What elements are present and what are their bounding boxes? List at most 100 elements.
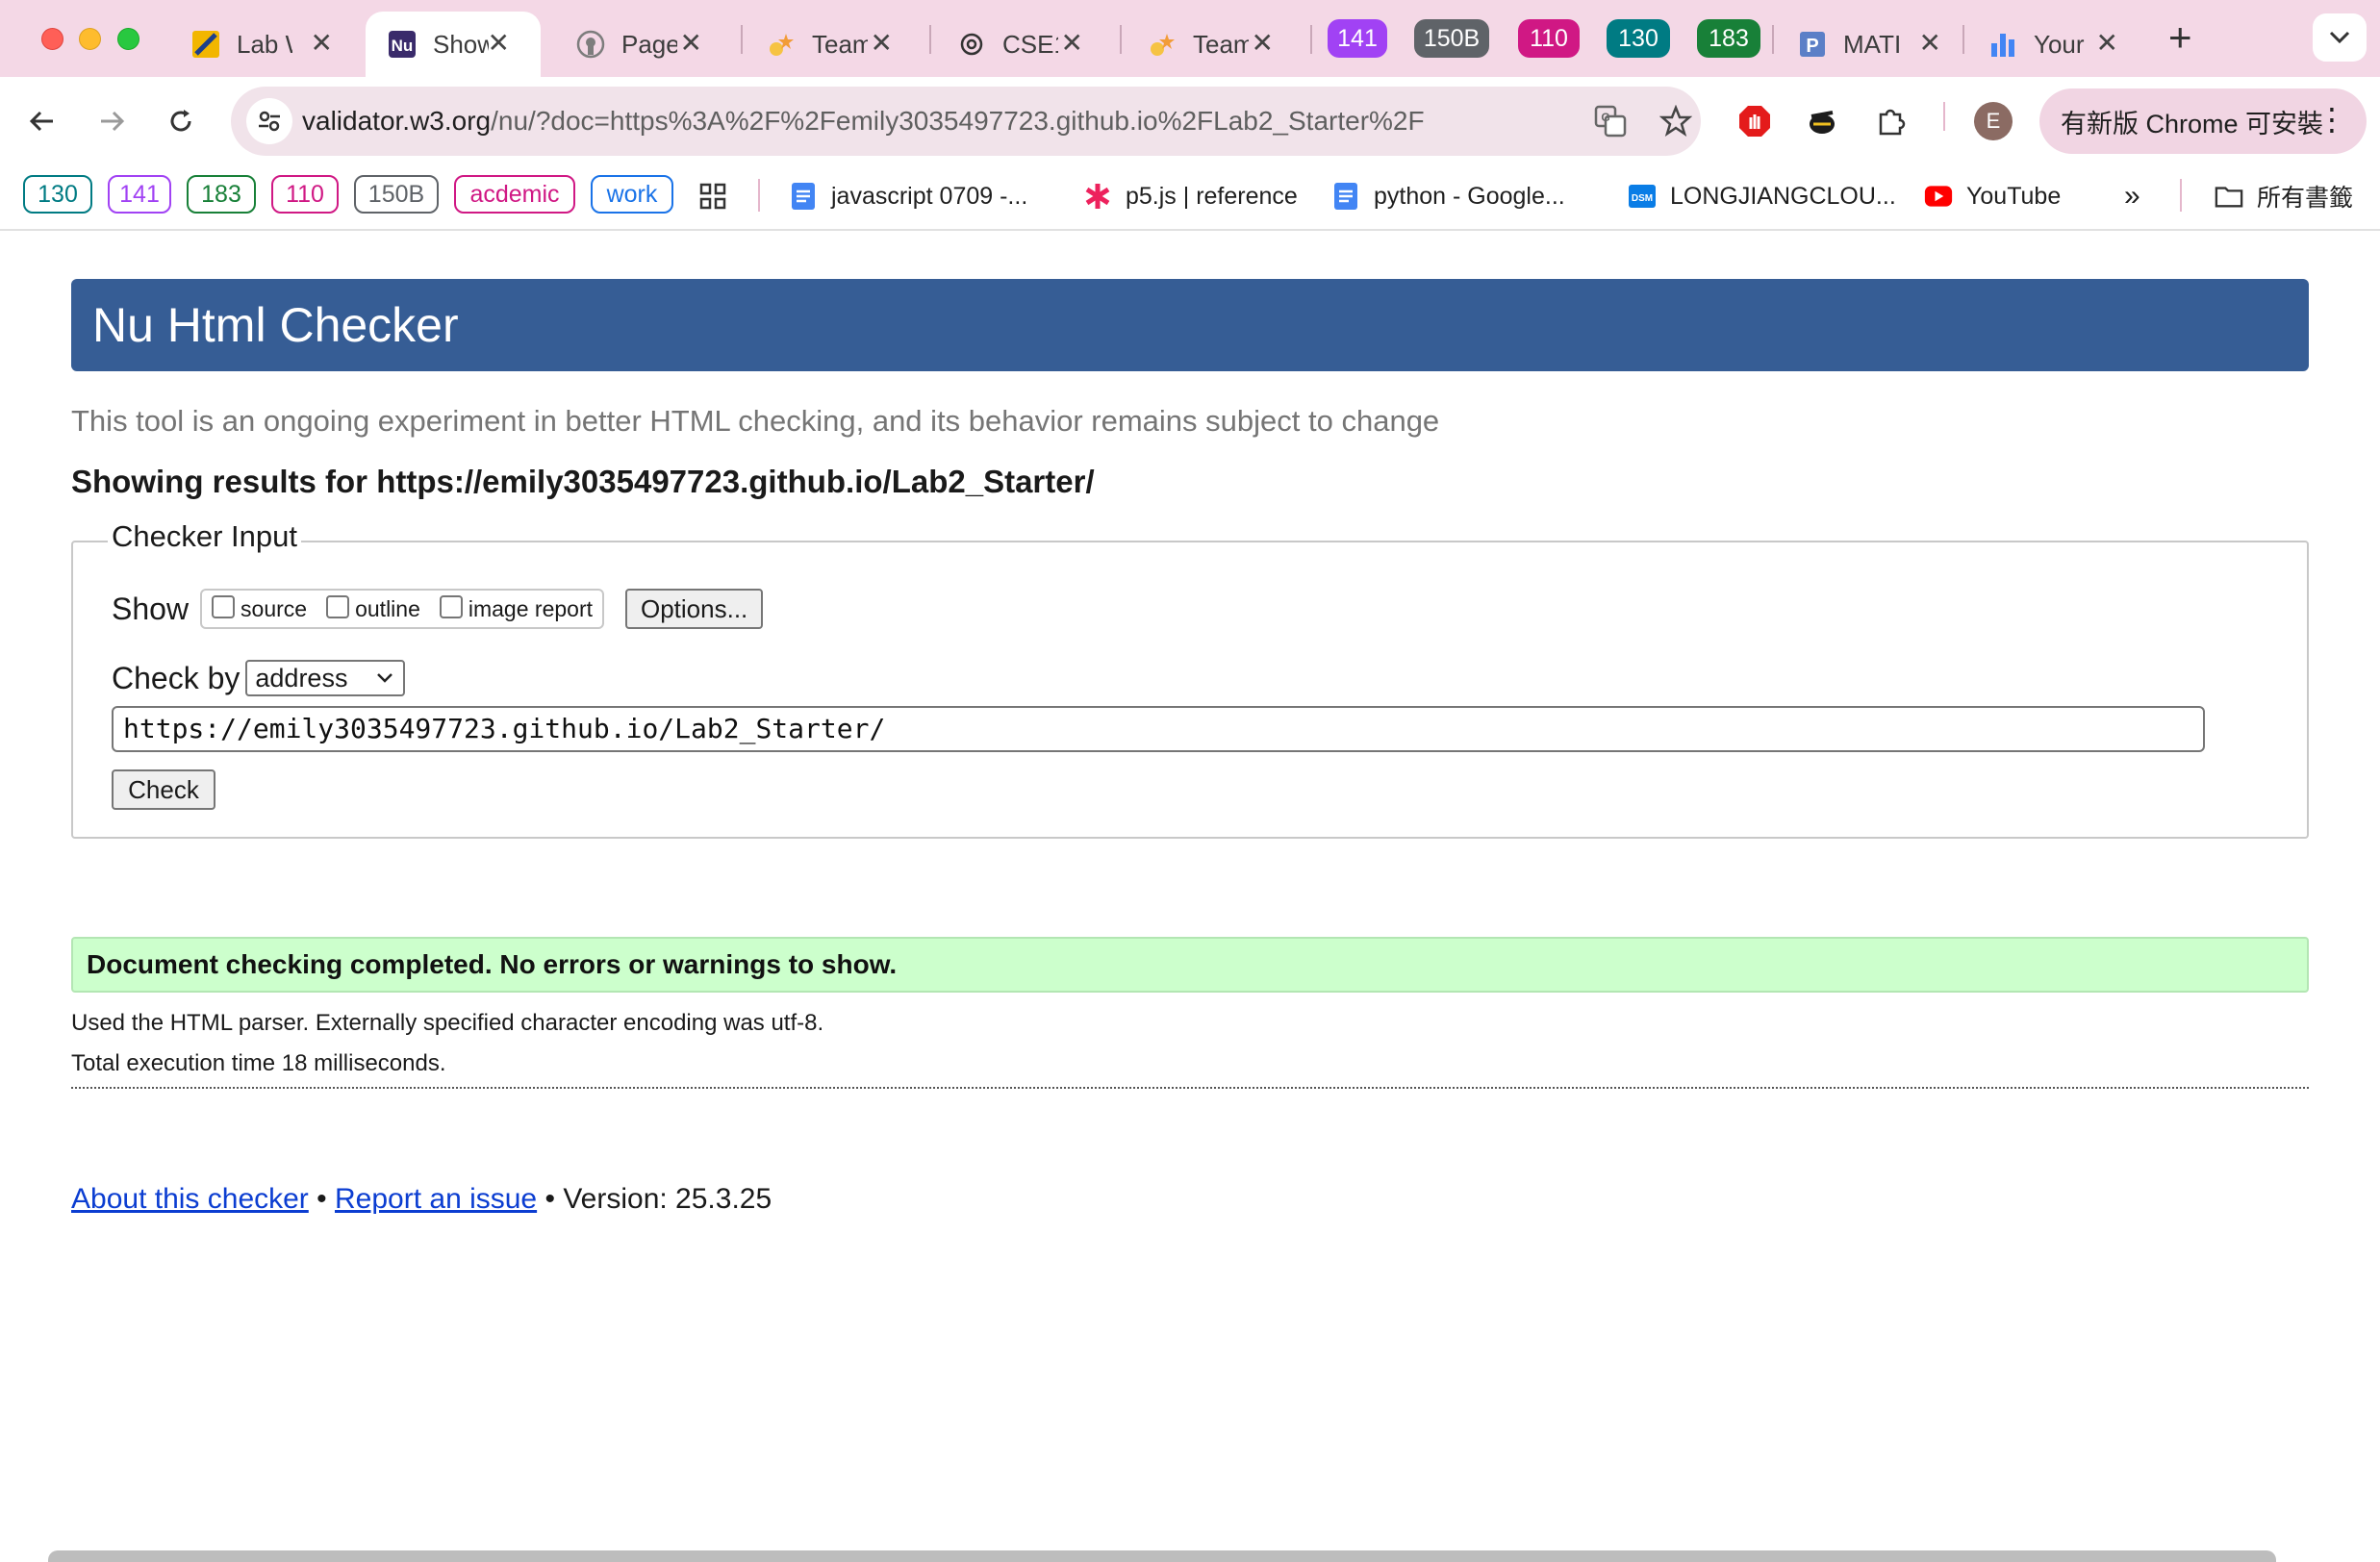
tab-team-1[interactable]: Team ✕ bbox=[745, 12, 924, 77]
checkbox-box[interactable] bbox=[439, 595, 463, 618]
bookmark-longjiang[interactable]: DSM LONGJIANGCLOU... bbox=[1628, 177, 1896, 215]
bookmark-label: 所有書籤 bbox=[2257, 185, 2354, 212]
checkbox-box[interactable] bbox=[326, 595, 350, 618]
tab-title: CSE1 bbox=[1002, 29, 1058, 59]
tab-github-page[interactable]: Page ✕ bbox=[554, 12, 733, 77]
star-icon bbox=[1147, 29, 1177, 60]
tab-your[interactable]: Your ✕ bbox=[1966, 12, 2149, 77]
forward-button[interactable] bbox=[89, 98, 135, 144]
outline-checkbox[interactable]: outline bbox=[326, 595, 420, 622]
about-link[interactable]: About this checker bbox=[71, 1183, 309, 1215]
minimize-window-button[interactable] bbox=[79, 28, 101, 50]
bookmark-label: YouTube bbox=[1966, 182, 2062, 210]
tab-title: Team bbox=[812, 29, 868, 59]
image-report-checkbox[interactable]: image report bbox=[439, 595, 593, 622]
docs-icon bbox=[1331, 182, 1360, 211]
bookmark-folder-work[interactable]: work bbox=[591, 175, 673, 214]
adblock-icon[interactable] bbox=[1732, 98, 1778, 144]
checkbox-label: source bbox=[241, 596, 308, 621]
update-label: 有新版 Chrome 可安裝 bbox=[2061, 109, 2324, 139]
url-text[interactable]: validator.w3.org/nu/?doc=https%3A%2F%2Fe… bbox=[302, 87, 1425, 156]
bookmark-folder-183[interactable]: 183 bbox=[187, 175, 256, 214]
bookmark-javascript[interactable]: javascript 0709 -... bbox=[789, 177, 1027, 215]
check-by-select[interactable]: address bbox=[245, 660, 406, 696]
docs-icon bbox=[789, 182, 818, 211]
bookmark-python[interactable]: python - Google... bbox=[1331, 177, 1565, 215]
extension-bee-icon[interactable] bbox=[1799, 98, 1845, 144]
reload-button[interactable] bbox=[158, 98, 204, 144]
tab-group-150b[interactable]: 150B bbox=[1414, 19, 1489, 58]
tab-title: Page bbox=[621, 29, 677, 59]
close-tab-icon[interactable]: ✕ bbox=[1061, 27, 1083, 60]
check-by-row: Check by address bbox=[112, 660, 406, 696]
bookmarks-bar: 130 141 183 110 150B acdemic work javasc… bbox=[0, 165, 2380, 231]
tab-strip: Lab W ✕ Nu Show ✕ Page ✕ Team ✕ CSE1 ✕ bbox=[0, 0, 2380, 77]
checkbox-box[interactable] bbox=[212, 595, 236, 618]
tab-group-141[interactable]: 141 bbox=[1328, 19, 1387, 58]
page-title: Nu Html Checker bbox=[71, 279, 2309, 371]
site-info-button[interactable] bbox=[246, 98, 292, 144]
bottom-shelf bbox=[48, 1550, 2276, 1562]
bookmark-folder-141[interactable]: 141 bbox=[108, 175, 171, 214]
address-bar[interactable]: validator.w3.org/nu/?doc=https%3A%2F%2Fe… bbox=[231, 87, 1701, 156]
chevron-down-icon bbox=[2329, 31, 2350, 44]
maximize-window-button[interactable] bbox=[117, 28, 139, 50]
bookmark-folder-150b[interactable]: 150B bbox=[354, 175, 439, 214]
profile-avatar[interactable]: E bbox=[1974, 102, 2013, 140]
tab-title: Show bbox=[433, 29, 489, 59]
more-menu-icon[interactable]: ⋮ bbox=[2317, 102, 2347, 137]
close-tab-icon[interactable]: ✕ bbox=[680, 27, 702, 60]
all-bookmarks-folder[interactable]: 所有書籤 bbox=[2215, 177, 2353, 215]
tune-icon bbox=[259, 111, 280, 132]
bookmark-folder-110[interactable]: 110 bbox=[271, 175, 339, 214]
report-issue-link[interactable]: Report an issue bbox=[335, 1183, 537, 1215]
nu-icon: Nu bbox=[387, 29, 418, 60]
close-tab-icon[interactable]: ✕ bbox=[2096, 27, 2118, 60]
close-tab-icon[interactable]: ✕ bbox=[488, 27, 510, 60]
bookmark-label: p5.js | reference bbox=[1126, 182, 1298, 210]
results-heading: Showing results for https://emily3035497… bbox=[71, 464, 1095, 499]
svg-text:DSM: DSM bbox=[1632, 193, 1653, 204]
translate-icon[interactable]: G bbox=[1591, 102, 1630, 140]
close-tab-icon[interactable]: ✕ bbox=[1919, 27, 1941, 60]
extensions-puzzle-icon[interactable] bbox=[1868, 98, 1914, 144]
youtube-icon bbox=[1924, 182, 1953, 211]
tab-team-2[interactable]: Team ✕ bbox=[1126, 12, 1304, 77]
dsm-icon: DSM bbox=[1628, 182, 1657, 211]
tab-title: Team bbox=[1193, 29, 1249, 59]
more-bookmarks-chevron-icon[interactable]: » bbox=[2124, 177, 2140, 215]
tab-title: MATI bbox=[1843, 29, 1899, 59]
tab-group-183[interactable]: 183 bbox=[1697, 19, 1760, 58]
bookmark-star-icon[interactable] bbox=[1657, 102, 1695, 140]
chrome-update-button[interactable]: 有新版 Chrome 可安裝 ⋮ bbox=[2039, 88, 2367, 154]
bookmark-folder-acdemic[interactable]: acdemic bbox=[454, 175, 575, 214]
tab-nu-checker[interactable]: Nu Show ✕ bbox=[366, 12, 541, 77]
check-button[interactable]: Check bbox=[112, 769, 215, 810]
tab-chatgpt[interactable]: CSE1 ✕ bbox=[935, 12, 1114, 77]
check-by-label: Check by bbox=[112, 660, 241, 695]
tab-group-130[interactable]: 130 bbox=[1607, 19, 1670, 58]
apps-grid-icon[interactable] bbox=[698, 177, 727, 215]
close-tab-icon[interactable]: ✕ bbox=[1252, 27, 1274, 60]
options-button[interactable]: Options... bbox=[625, 589, 764, 629]
close-tab-icon[interactable]: ✕ bbox=[311, 27, 333, 60]
document-url-input[interactable]: https://emily3035497723.github.io/Lab2_S… bbox=[112, 706, 2205, 752]
source-checkbox[interactable]: source bbox=[212, 595, 307, 622]
tab-search-button[interactable] bbox=[2313, 13, 2367, 62]
tab-lab[interactable]: Lab W ✕ bbox=[169, 12, 364, 77]
back-button[interactable] bbox=[19, 98, 65, 144]
tab-title: Your bbox=[2034, 29, 2085, 59]
version-text: Version: 25.3.25 bbox=[563, 1183, 772, 1215]
bookmark-p5js[interactable]: p5.js | reference bbox=[1083, 177, 1298, 215]
tab-math[interactable]: P MATI ✕ bbox=[1776, 12, 1972, 77]
bookmark-folder-130[interactable]: 130 bbox=[23, 175, 92, 214]
new-tab-button[interactable]: + bbox=[2168, 17, 2192, 58]
close-window-button[interactable] bbox=[41, 28, 63, 50]
bookmark-youtube[interactable]: YouTube bbox=[1924, 177, 2061, 215]
close-tab-icon[interactable]: ✕ bbox=[871, 27, 893, 60]
p-icon: P bbox=[1797, 29, 1828, 60]
footer-separator: • bbox=[316, 1183, 327, 1215]
tab-group-110[interactable]: 110 bbox=[1518, 19, 1580, 58]
lab-icon bbox=[190, 29, 221, 60]
intro-text: This tool is an ongoing experiment in be… bbox=[71, 404, 1440, 438]
